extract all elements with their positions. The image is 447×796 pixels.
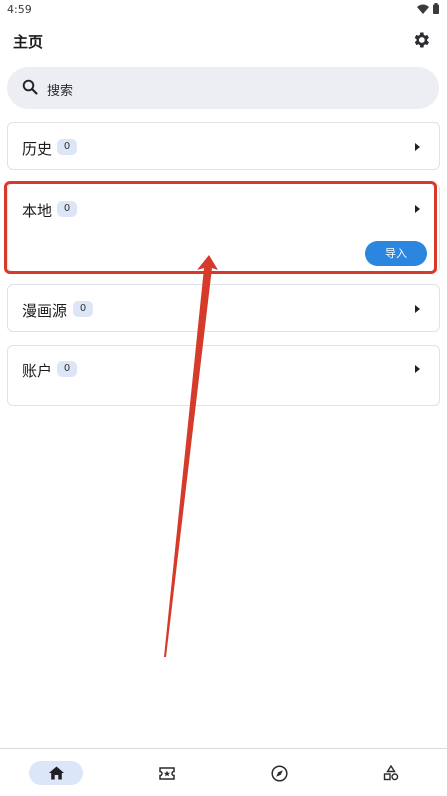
search-placeholder: 搜索 xyxy=(47,84,74,99)
highlight-annotation xyxy=(4,181,437,274)
status-icons xyxy=(417,3,439,14)
home-icon xyxy=(48,766,64,780)
nav-categories[interactable] xyxy=(364,761,418,785)
history-card[interactable]: 历史 0 xyxy=(7,122,440,170)
search-icon xyxy=(22,79,38,95)
account-card[interactable]: 账户 0 xyxy=(7,345,440,406)
history-count-badge: 0 xyxy=(57,139,77,155)
chevron-right-icon xyxy=(415,305,420,313)
chevron-right-icon xyxy=(415,143,420,151)
comic-source-count-badge: 0 xyxy=(73,301,93,317)
wifi-icon xyxy=(417,4,429,14)
comic-source-card[interactable]: 漫画源 0 xyxy=(7,284,440,332)
nav-explore[interactable] xyxy=(252,761,306,785)
chevron-right-icon xyxy=(415,365,420,373)
nav-home[interactable] xyxy=(29,761,83,785)
ticket-star-icon xyxy=(159,766,175,780)
compass-icon xyxy=(270,764,288,782)
comic-source-title: 漫画源 xyxy=(22,302,68,320)
nav-subscriptions[interactable] xyxy=(140,761,194,785)
screen: 4:59 主页 搜索 历史 0 本地 0 导入 漫画源 0 账户 0 xyxy=(0,0,447,796)
gear-icon[interactable] xyxy=(411,30,431,50)
battery-icon xyxy=(433,3,439,14)
history-title: 历史 xyxy=(22,140,53,158)
page-title: 主页 xyxy=(13,33,44,51)
account-title: 账户 xyxy=(22,362,53,380)
search-input[interactable]: 搜索 xyxy=(7,67,439,109)
status-bar: 4:59 xyxy=(0,0,447,20)
account-count-badge: 0 xyxy=(57,361,77,377)
bottom-navigation xyxy=(0,748,447,796)
status-time: 4:59 xyxy=(7,3,32,16)
shapes-icon xyxy=(383,765,399,781)
